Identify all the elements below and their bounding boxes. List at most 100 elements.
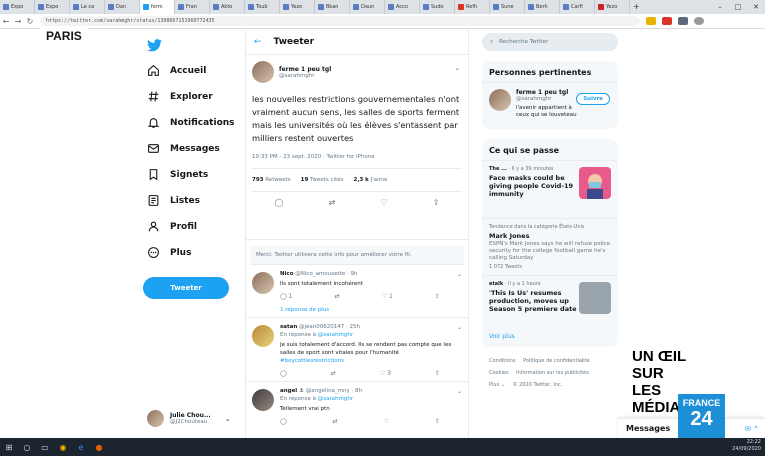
firefox-icon[interactable]: ● bbox=[90, 443, 108, 452]
browser-tab[interactable]: Daun bbox=[350, 0, 385, 14]
reply-to-link[interactable]: @sarahmghr bbox=[318, 396, 353, 402]
back-arrow-icon[interactable]: ← bbox=[254, 37, 262, 47]
back-arrow-icon[interactable]: ← bbox=[0, 17, 12, 26]
extension-icon[interactable] bbox=[662, 17, 672, 25]
retweet-icon[interactable]: ⇄ bbox=[333, 418, 338, 425]
reply-icon[interactable]: ◯ bbox=[275, 198, 284, 207]
extension-icon[interactable] bbox=[678, 17, 688, 25]
reply-to-link[interactable]: @sarahmghr bbox=[318, 332, 353, 338]
show-more-replies-link[interactable]: 1 réponse de plus bbox=[280, 307, 462, 313]
search-input[interactable]: ⌕ Recherche Twitter bbox=[482, 33, 618, 51]
forward-arrow-icon[interactable]: → bbox=[12, 17, 24, 26]
heart-icon[interactable]: ♡ 3 bbox=[380, 370, 391, 377]
browser-tab-active[interactable]: ferm bbox=[140, 0, 175, 14]
tweet-button[interactable]: Tweeter bbox=[143, 277, 229, 299]
heart-icon[interactable]: ♡ 1 bbox=[382, 293, 393, 300]
person-name[interactable]: ferme 1 peu tgl bbox=[516, 89, 586, 96]
browser-tab[interactable]: Le ca bbox=[70, 0, 105, 14]
retweet-icon[interactable]: ⇄ bbox=[335, 293, 340, 300]
avatar[interactable] bbox=[252, 325, 274, 347]
browser-tab[interactable]: Bkan bbox=[315, 0, 350, 14]
browser-tab[interactable]: Carfi bbox=[560, 0, 595, 14]
chevron-down-icon[interactable]: ⌄ bbox=[454, 64, 460, 72]
reply-tweet[interactable]: satan @jean00620147 · 25h ⌄ En réponse à… bbox=[246, 318, 468, 382]
windows-start-icon[interactable]: ⊞ bbox=[0, 443, 18, 452]
maximize-button[interactable]: □ bbox=[729, 0, 747, 14]
reload-icon[interactable]: ↻ bbox=[24, 17, 36, 26]
avatar[interactable] bbox=[252, 61, 274, 83]
chevron-down-icon[interactable]: ⌄ bbox=[457, 388, 462, 395]
sidebar-item-plus[interactable]: Plus bbox=[147, 246, 191, 259]
browser-tab[interactable]: Berh bbox=[525, 0, 560, 14]
browser-tab[interactable]: Yezo bbox=[280, 0, 315, 14]
browser-tab[interactable]: Sudo bbox=[420, 0, 455, 14]
hashtag-link[interactable]: #boycottlesrestrictions bbox=[280, 358, 344, 364]
retweet-icon[interactable]: ⇄ bbox=[331, 370, 336, 377]
retweet-icon[interactable]: ⇄ bbox=[329, 198, 336, 207]
avatar[interactable] bbox=[489, 89, 511, 111]
share-icon[interactable]: ⇪ bbox=[435, 418, 440, 425]
account-switcher[interactable]: Julie Chou... @J2Chouteau ⌄ bbox=[147, 410, 231, 427]
reply-author-name[interactable]: satan bbox=[280, 324, 297, 330]
tweet-author[interactable]: ferme 1 peu tgl @sarahmghr ⌄ bbox=[252, 61, 462, 83]
footer-link[interactable]: Cookies bbox=[489, 370, 509, 376]
user-profile-icon[interactable] bbox=[694, 17, 704, 25]
heart-icon[interactable]: ♡ bbox=[384, 418, 389, 425]
browser-tab[interactable]: Sune bbox=[490, 0, 525, 14]
heart-icon[interactable]: ♡ bbox=[380, 198, 387, 207]
sidebar-item-accueil[interactable]: Accueil bbox=[147, 64, 206, 77]
share-icon[interactable]: ⇪ bbox=[433, 198, 440, 207]
url-field[interactable]: https://twitter.com/sarahmghr/status/130… bbox=[40, 16, 640, 26]
sidebar-item-messages[interactable]: Messages bbox=[147, 142, 220, 155]
likes-stat[interactable]: 2,3 k J'aime bbox=[354, 177, 388, 183]
twitter-bird-icon[interactable] bbox=[147, 37, 162, 56]
new-message-icon[interactable]: ✉ ⌃ bbox=[745, 425, 759, 433]
browser-tab[interactable]: Acco bbox=[385, 0, 420, 14]
reply-icon[interactable]: ◯ bbox=[280, 418, 287, 425]
trend-item[interactable]: Tendance dans la catégorie États-Unis Ma… bbox=[482, 219, 618, 276]
sidebar-item-explorer[interactable]: Explorer bbox=[147, 90, 213, 103]
follow-button[interactable]: Suivre bbox=[576, 93, 610, 105]
avatar[interactable] bbox=[252, 272, 274, 294]
trend-item[interactable]: etalk · Il y a 1 heure 'This Is Us' resu… bbox=[482, 276, 618, 326]
browser-tab[interactable]: Akto bbox=[210, 0, 245, 14]
reply-icon[interactable]: ◯ 1 bbox=[280, 293, 292, 300]
browser-tab[interactable]: Toub bbox=[245, 0, 280, 14]
sidebar-item-profil[interactable]: Profil bbox=[147, 220, 197, 233]
edge-icon[interactable]: e bbox=[72, 443, 90, 452]
tweet-timestamp[interactable]: 10:33 PM - 23 sept. 2020 · Twitter for i… bbox=[252, 154, 462, 169]
chevron-down-icon[interactable]: ⌄ bbox=[457, 324, 462, 331]
task-view-icon[interactable]: ▭ bbox=[36, 443, 54, 452]
browser-tab[interactable]: Yezo bbox=[595, 0, 630, 14]
browser-tab[interactable]: Expo bbox=[35, 0, 70, 14]
footer-link[interactable]: Information sur les publicités bbox=[516, 370, 589, 376]
avatar[interactable] bbox=[252, 389, 274, 411]
new-tab-button[interactable]: + bbox=[630, 0, 644, 14]
sidebar-item-signets[interactable]: Signets bbox=[147, 168, 208, 181]
chrome-icon[interactable]: ◉ bbox=[54, 443, 72, 452]
quotes-stat[interactable]: 19 Tweets cités bbox=[301, 177, 344, 183]
reply-author-name[interactable]: angel ⚓ bbox=[280, 388, 304, 394]
reply-tweet[interactable]: Nico @Nico_amouxette · 9h ⌄ Ils sont tot… bbox=[246, 265, 468, 318]
person-card[interactable]: ferme 1 peu tgl @sarahmghr l'avenir appa… bbox=[482, 83, 618, 129]
trend-item[interactable]: The ... · Il y a 39 minutes Face masks c… bbox=[482, 161, 618, 219]
chevron-down-icon[interactable]: ⌄ bbox=[457, 271, 462, 278]
share-icon[interactable]: ⇪ bbox=[435, 293, 440, 300]
footer-link[interactable]: Conditions bbox=[489, 358, 515, 364]
browser-tab[interactable]: Fran bbox=[175, 0, 210, 14]
browser-tab[interactable]: Expo bbox=[0, 0, 35, 14]
retweets-stat[interactable]: 793 Retweets bbox=[252, 177, 291, 183]
close-window-button[interactable]: ✕ bbox=[747, 0, 765, 14]
browser-tab[interactable]: Dan bbox=[105, 0, 140, 14]
search-icon[interactable]: ○ bbox=[18, 443, 36, 452]
footer-link[interactable]: Politique de confidentialité bbox=[523, 358, 590, 364]
share-icon[interactable]: ⇪ bbox=[435, 370, 440, 377]
star-icon[interactable] bbox=[646, 17, 656, 25]
minimize-button[interactable]: – bbox=[711, 0, 729, 14]
browser-tab[interactable]: Refh bbox=[455, 0, 490, 14]
reply-tweet[interactable]: angel ⚓ @angelina_mny · 8h ⌄ En réponse … bbox=[246, 382, 468, 429]
see-more-link[interactable]: Voir plus bbox=[482, 326, 618, 347]
reply-icon[interactable]: ◯ bbox=[280, 370, 287, 377]
author-name[interactable]: ferme 1 peu tgl bbox=[279, 66, 331, 73]
footer-link[interactable]: Plus ⌄ bbox=[489, 382, 505, 388]
